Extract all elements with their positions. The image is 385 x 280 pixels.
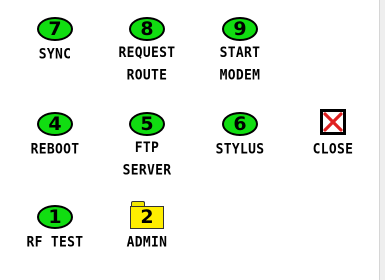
ftp-server-label: FTP SERVER: [102, 138, 192, 183]
rf-test-button[interactable]: 1 RF TEST: [10, 205, 100, 253]
stylus-button[interactable]: 6 STYLUS: [195, 112, 285, 160]
sync-button[interactable]: 7 SYNC: [10, 17, 100, 65]
close-button[interactable]: CLOSE: [288, 109, 378, 160]
sync-label: SYNC: [38, 46, 72, 63]
key-6-icon: 6: [222, 112, 258, 136]
folder-icon: 2: [130, 201, 164, 229]
key-1-icon: 1: [37, 205, 73, 229]
key-9-icon: 9: [222, 17, 258, 41]
key-5-icon: 5: [129, 112, 165, 136]
ftp-server-button[interactable]: 5 FTP SERVER: [102, 112, 192, 180]
stylus-label: STYLUS: [215, 141, 265, 158]
key-7-icon: 7: [37, 17, 73, 41]
start-modem-label-line1: START: [219, 44, 261, 62]
close-label: CLOSE: [312, 141, 354, 158]
request-route-label: REQUEST ROUTE: [102, 43, 192, 88]
request-route-label-line1: REQUEST: [118, 44, 176, 62]
ftp-server-label-line1: FTP: [134, 139, 160, 157]
rf-test-label: RF TEST: [26, 234, 84, 251]
start-modem-label-line2: MODEM: [219, 67, 261, 85]
request-route-label-line2: ROUTE: [126, 67, 168, 85]
admin-button[interactable]: 2 ADMIN: [102, 201, 192, 253]
right-edge-strip: [379, 0, 385, 280]
reboot-label: REBOOT: [30, 141, 80, 158]
start-modem-button[interactable]: 9 START MODEM: [195, 17, 285, 85]
request-route-button[interactable]: 8 REQUEST ROUTE: [102, 17, 192, 85]
key-8-icon: 8: [129, 17, 165, 41]
admin-label: ADMIN: [126, 234, 168, 251]
key-4-icon: 4: [37, 112, 73, 136]
admin-menu-screen: 7 SYNC 8 REQUEST ROUTE 9 START MODEM 4 R…: [0, 0, 385, 280]
reboot-button[interactable]: 4 REBOOT: [10, 112, 100, 160]
close-x-icon: [320, 109, 346, 135]
start-modem-label: START MODEM: [195, 43, 285, 88]
folder-key-2: 2: [130, 206, 164, 229]
ftp-server-label-line2: SERVER: [122, 162, 172, 180]
